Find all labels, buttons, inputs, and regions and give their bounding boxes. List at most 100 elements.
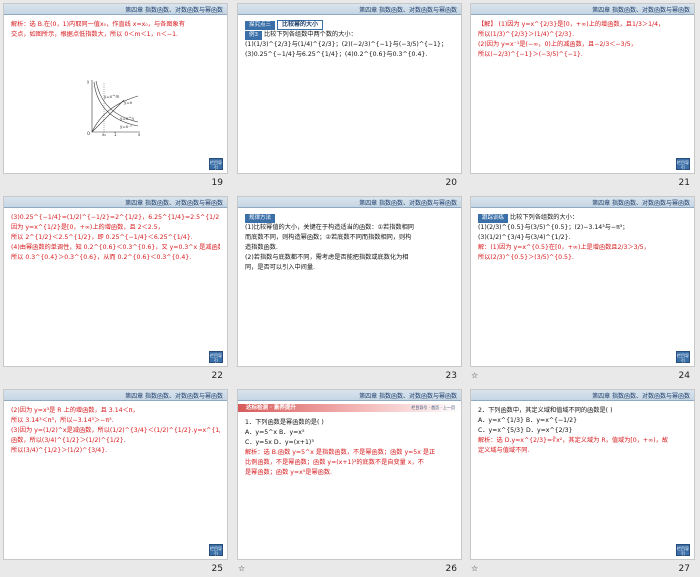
slide-preview: 第四章 指数函数、对数函数与幂函数 1．下列函数是幂函数的是( ) A．y=5^x …	[237, 389, 462, 560]
example-row: 例3 比较下列各组数中两个数的大小：	[245, 30, 454, 40]
slide-body: (3)0.25^{−1/4}=(1/2)^{−1/2}=2^{1/2}，6.25…	[11, 213, 220, 350]
slide-header-bar: 第四章 指数函数、对数函数与幂函数	[238, 390, 461, 401]
chapter-title: 第四章 指数函数、对数函数与幂函数	[359, 393, 457, 400]
slide-header-bar: 第四章 指数函数、对数函数与幂函数	[4, 197, 227, 208]
chapter-title: 第四章 指数函数、对数函数与幂函数	[592, 7, 690, 14]
slide-line: 所以(3/4)^{1/2}＞(1/2)^{3/4}.	[11, 447, 108, 454]
slide-thumbnail[interactable]: 第四章 指数函数、对数函数与幂函数【解】 (1)因为 y=x^{2/3}是[0，…	[467, 0, 700, 192]
slide-line: 同，是否可以引入中间量.	[245, 264, 316, 271]
slide-preview: 第四章 指数函数、对数函数与幂函数 (3)0.25^{−1/4}=(1/2)^{−…	[3, 196, 228, 367]
section-title: 比较幂的大小	[276, 20, 323, 30]
graph-label: y=x^n	[120, 116, 134, 121]
slide-thumbnail[interactable]: 第四章 指数函数、对数函数与幂函数 1．下列函数是幂函数的是( ) A．y=5^x …	[234, 386, 467, 577]
chapter-title: 第四章 指数函数、对数函数与幂函数	[592, 393, 690, 400]
slide-number: 21	[678, 178, 690, 188]
slide-header-bar: 第四章 指数函数、对数函数与幂函数	[238, 4, 461, 15]
slide-line: C．y=5x D．y=(x+1)³	[245, 439, 314, 446]
slide-number: 25	[211, 564, 223, 574]
slide-line: (2)因为 y=x³是 R 上的增函数，且 3.14＜π，	[11, 407, 139, 414]
slide-line: 解析：选 B.在(0，1)内取同一值x₀，作直线 x=x₀，与各图象有	[11, 21, 185, 28]
slide-line: 函数，所以(3/4)^{1/2}＞(1/2)^{1/2}.	[11, 437, 126, 444]
section-heading: 探究点三 比较幂的大小	[245, 20, 454, 30]
slide-header-bar: 第四章 指数函数、对数函数与幂函数	[471, 4, 694, 15]
nav-guide-button[interactable]: 栏目导引	[209, 158, 223, 170]
star-icon[interactable]: ☆	[238, 564, 245, 573]
slide-header-bar: 第四章 指数函数、对数函数与幂函数	[471, 197, 694, 208]
slide-line: 所以 3.14³＜π³，所以−3.14³＞−π³.	[11, 417, 114, 424]
slide-header-bar: 第四章 指数函数、对数函数与幂函数	[238, 197, 461, 208]
slide-body: 2．下列函数中，其定义域和值域不同的函数是( ) A．y=x^{1/3} B．y=…	[478, 406, 687, 543]
chapter-title: 第四章 指数函数、对数函数与幂函数	[592, 200, 690, 207]
slide-preview: 第四章 指数函数、对数函数与幂函数 探究点三 比较幂的大小 例3 比较下列各组数中两…	[237, 3, 462, 174]
chapter-title: 第四章 指数函数、对数函数与幂函数	[359, 200, 457, 207]
slide-line: (3)0.25^{−1/4}与6.25^{1/4}；(4)0.2^{0.6}与0…	[245, 51, 428, 58]
slide-line: 所以(1/3)^{2/3}＞(1/4)^{2/3}.	[478, 31, 575, 38]
slide-line: (4)由幂函数的单调性，知 0.2^{0.6}＜0.3^{0.6}，又 y=0.…	[11, 244, 220, 251]
slide-thumbnail[interactable]: 第四章 指数函数、对数函数与幂函数 (2)因为 y=x³是 R 上的增函数，且 3…	[0, 386, 233, 577]
slide-header-bar: 第四章 指数函数、对数函数与幂函数	[4, 4, 227, 15]
graph-label: y=x	[124, 100, 133, 105]
practice-title: 比较下列各组数的大小：	[509, 214, 579, 221]
slide-number: 24	[678, 371, 690, 381]
slide-line: 定义域与值域不同.	[478, 447, 530, 454]
slide-line: 所以 0.3^{0.4}＞0.3^{0.6}，从而 0.2^{0.6}＜0.3^…	[11, 254, 192, 261]
slide-thumbnail[interactable]: 第四章 指数函数、对数函数与幂函数 探究点三 比较幂的大小 例3 比较下列各组数中两…	[234, 0, 467, 192]
slide-line: 所以 2^{1/2}＜2.5^{1/2}，即 0.25^{−1/4}＜6.25^…	[11, 234, 193, 241]
slide-header-bar: 第四章 指数函数、对数函数与幂函数	[4, 390, 227, 401]
method-tag: 规律方法	[245, 214, 276, 223]
slide-line: (3)(1/2)^{3/4}与(3/4)^{1/2}.	[478, 234, 571, 241]
slide-line: 因为 y=x^{1/2}是[0，+∞)上的增函数，且 2＜2.5，	[11, 224, 164, 231]
slide-number: 27	[678, 564, 690, 574]
slide-preview: 第四章 指数函数、对数函数与幂函数解析：选 B.在(0，1)内取同一值x₀，作直…	[3, 3, 228, 174]
slide-line: 比较下列各组数中两个数的大小：	[263, 31, 357, 38]
nav-guide-button[interactable]: 栏目导引	[676, 158, 690, 170]
slide-preview: 第四章 指数函数、对数函数与幂函数跟踪训练 比较下列各组数的大小： (1)(2/3…	[470, 196, 695, 367]
slide-line: 所以(2/3)^{0.5}＞(3/5)^{0.5}.	[478, 254, 574, 261]
graph-label: O	[87, 131, 90, 136]
slide-thumbnail-grid: 第四章 指数函数、对数函数与幂函数解析：选 B.在(0，1)内取同一值x₀，作直…	[0, 0, 700, 577]
nav-guide-button[interactable]: 栏目导引	[676, 544, 690, 556]
slide-line: (2)若指数与底数都不同，需考虑是否能把指数或底数化为相	[245, 254, 409, 261]
slide-line: (1)(1/3)^{2/3}与(1/4)^{2/3}；(2)(−2/3)^{−1…	[245, 41, 448, 48]
star-icon[interactable]: ☆	[471, 371, 478, 380]
slide-line: (3)0.25^{−1/4}=(1/2)^{−1/2}=2^{1/2}，6.25…	[11, 214, 220, 221]
slide-body: 规律方法 (1)比较幂值的大小，关键在于构造适当的函数：①若指数相同 而底数不同，则…	[245, 213, 454, 350]
slide-line: 2．下列函数中，其定义域和值域不同的函数是( )	[478, 407, 613, 414]
slide-line: (1)(2/3)^{0.5}与(3/5)^{0.5}；(2)−3.14³与−π³…	[478, 224, 629, 231]
nav-guide-button[interactable]: 栏目导引	[209, 544, 223, 556]
slide-preview: 第四章 指数函数、对数函数与幂函数规律方法 (1)比较幂值的大小，关键在于构造适当…	[237, 196, 462, 367]
slide-body: 跟踪训练 比较下列各组数的大小： (1)(2/3)^{0.5}与(3/5)^{0.…	[478, 213, 687, 350]
slide-line: 比例函数，不是幂函数；函数 y=(x+1)³的底数不是自变量 x，不	[245, 459, 424, 466]
nav-guide-button[interactable]: 栏目导引	[676, 351, 690, 363]
slide-thumbnail[interactable]: 第四章 指数函数、对数函数与幂函数解析：选 B.在(0，1)内取同一值x₀，作直…	[0, 0, 233, 192]
example-tag: 例3	[245, 31, 262, 40]
slide-line: 是幂函数；函数 y=x⁵是幂函数.	[245, 469, 332, 476]
slide-thumbnail[interactable]: 第四章 指数函数、对数函数与幂函数 2．下列函数中，其定义域和值域不同的函数是( …	[467, 386, 700, 577]
chapter-title: 第四章 指数函数、对数函数与幂函数	[125, 200, 223, 207]
practice-heading: 跟踪训练 比较下列各组数的大小：	[478, 213, 687, 223]
slide-line: (1)比较幂值的大小，关键在于构造适当的函数：①若指数相同	[245, 224, 414, 231]
slide-thumbnail[interactable]: 第四章 指数函数、对数函数与幂函数 (3)0.25^{−1/4}=(1/2)^{−…	[0, 193, 233, 385]
slide-body: (2)因为 y=x³是 R 上的增函数，且 3.14＜π， 所以 3.14³＜π³…	[11, 406, 220, 543]
slide-line: 而底数不同，则构造幂函数；②若底数不同而指数相同，则构	[245, 234, 412, 241]
star-icon[interactable]: ☆	[471, 564, 478, 573]
slide-number: 23	[445, 371, 457, 381]
slide-line: (2)因为 y=x⁻¹是(−∞，0)上的减函数，且−2/3＜−3/5，	[478, 41, 637, 48]
slide-thumbnail[interactable]: 第四章 指数函数、对数函数与幂函数跟踪训练 比较下列各组数的大小： (1)(2/3…	[467, 193, 700, 385]
slide-thumbnail[interactable]: 第四章 指数函数、对数函数与幂函数规律方法 (1)比较幂值的大小，关键在于构造适当…	[234, 193, 467, 385]
slide-line: C．y=x^{5/3} D．y=x^{2/3}	[478, 427, 573, 434]
assessment-banner-title: 达标检测 · 素养提升	[246, 405, 296, 411]
slide-line: 交点，如图所示，根据点低指数大，所以 0＜m＜1，n＜−1.	[11, 31, 179, 38]
slide-line: 【解】 (1)因为 y=x^{2/3}是[0，+∞)上的增函数，且1/3＞1/4…	[478, 21, 665, 28]
graph-label: y=x^m	[104, 94, 119, 99]
banner-tabs[interactable]: 栏目导引 · 首页 · 上一页	[411, 404, 455, 412]
nav-guide-button[interactable]: 栏目导引	[209, 351, 223, 363]
chapter-title: 第四章 指数函数、对数函数与幂函数	[125, 393, 223, 400]
slide-header-bar: 第四章 指数函数、对数函数与幂函数	[471, 390, 694, 401]
slide-body: 1．下列函数是幂函数的是( ) A．y=5^x B．y=x⁵ C．y=5x D．y=…	[245, 418, 454, 543]
graph-label: y=x⁻¹	[120, 124, 132, 129]
slide-line: 解析：选 D.y=x^{2/3}=∛x²，其定义域为 R，值域为[0，+∞)，故	[478, 437, 669, 444]
chapter-title: 第四章 指数函数、对数函数与幂函数	[125, 7, 223, 14]
slide-line: 所以(−2/3)^{−1}＞(−3/5)^{−1}.	[478, 51, 583, 58]
slide-line: 解析：选 B.函数 y=5^x 是指数函数，不是幂函数；函数 y=5x 是正	[245, 449, 436, 456]
